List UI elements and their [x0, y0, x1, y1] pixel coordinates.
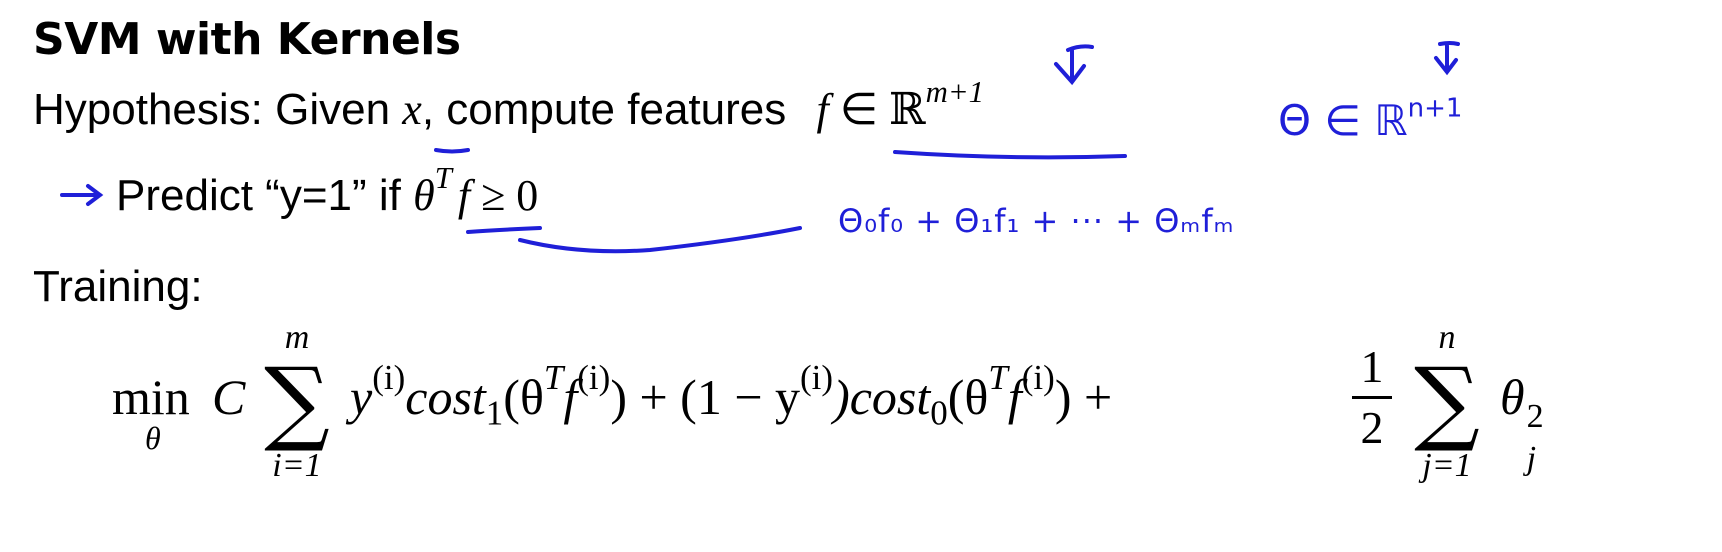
- theta-j-subscript: j: [1526, 440, 1537, 477]
- frac-bar: [1352, 396, 1392, 399]
- underline-f-reals: [893, 150, 1127, 160]
- frac-denominator: 2: [1360, 402, 1384, 453]
- element-of: ∈: [828, 85, 890, 134]
- reals-exponent: m+1: [925, 74, 985, 109]
- f-symbol: f: [457, 171, 471, 220]
- min-subscript: θ: [145, 420, 161, 456]
- handwritten-theta-reals-text: Θ ∈ ℝ: [1278, 96, 1408, 145]
- sigma-symbol: ∑: [264, 348, 330, 455]
- paren-theta-1: (θ: [503, 369, 544, 425]
- sup-i-1: (i): [372, 357, 406, 397]
- sweep-line: [518, 226, 802, 254]
- cost0-subscript: 0: [930, 393, 948, 433]
- sup-i-4: (i): [1021, 357, 1055, 397]
- f-i-2: f: [1007, 369, 1022, 425]
- underline-x: [434, 148, 470, 154]
- x-variable: x: [402, 85, 422, 134]
- close-plus-1: ) + (1 − y: [610, 369, 801, 425]
- underline-thetaTf: [466, 226, 542, 234]
- handwritten-expansion: Θ₀f₀ + Θ₁f₁ + ··· + Θₘfₘ: [838, 202, 1235, 240]
- transpose-1: T: [543, 357, 564, 397]
- geq-zero: ≥ 0: [470, 171, 539, 220]
- sum-over-j: n ∑ j=1: [1402, 320, 1492, 484]
- handwritten-theta-exponent: n+1: [1407, 93, 1463, 124]
- sigma-symbol-2: ∑: [1414, 348, 1480, 455]
- arrow-to-n: [1434, 41, 1460, 76]
- handwritten-theta-in-reals: Θ ∈ ℝn+1: [1278, 93, 1463, 145]
- predict-line: Predict “y=1” if θT f ≥ 0: [116, 162, 539, 221]
- cost0-text: )cost: [833, 369, 931, 425]
- close-plus-2: ) +: [1054, 369, 1113, 425]
- min-operator: min θ: [112, 368, 190, 456]
- min-text: min: [112, 369, 190, 425]
- arrow-to-m: [1054, 44, 1094, 86]
- transpose-mark: T: [434, 160, 452, 195]
- reals-symbol: ℝ: [889, 84, 926, 135]
- arrow-predict: [60, 184, 104, 206]
- theta-symbol: θ: [413, 171, 435, 220]
- hypothesis-label: Hypothesis: Given: [33, 85, 403, 134]
- hypothesis-line: Hypothesis: Given x, compute features f …: [33, 76, 984, 135]
- cost1-subscript: 1: [485, 393, 504, 433]
- theta-j: θ: [1500, 369, 1525, 425]
- sum-over-i: m ∑ i=1: [252, 320, 342, 484]
- theta-squared: 2: [1526, 398, 1544, 435]
- hypothesis-mid: , compute features: [421, 85, 799, 134]
- c-constant: C: [212, 369, 246, 425]
- sup-i-3: (i): [800, 357, 834, 397]
- f-i-1: f: [563, 369, 578, 425]
- cost1-text: cost: [405, 369, 486, 425]
- sup-i-2: (i): [577, 357, 611, 397]
- y-label: y: [350, 369, 373, 425]
- predict-text: Predict “y=1” if: [116, 171, 414, 220]
- slide-title: SVM with Kernels: [33, 14, 461, 65]
- f-variable: f: [816, 85, 829, 134]
- cost-terms: y(i)cost1(θTf(i)) + (1 − y(i))cost0(θTf(…: [350, 360, 1113, 431]
- paren-theta-2: (θ: [947, 369, 989, 425]
- theta-j-squared: θ2 j: [1500, 368, 1547, 477]
- one-half-fraction: 1 2: [1352, 340, 1392, 455]
- training-label: Training:: [33, 262, 203, 311]
- frac-numerator: 1: [1360, 341, 1384, 392]
- transpose-2: T: [988, 357, 1008, 397]
